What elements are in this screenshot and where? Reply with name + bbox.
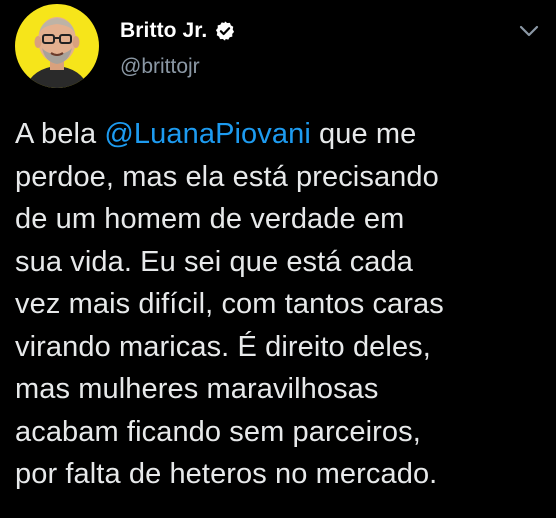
tweet-line: por falta de heteros no mercado. <box>15 458 438 490</box>
tweet-line: de um homem de verdade em <box>15 203 405 235</box>
tweet: Britto Jr. @brittojr A bela @LuanaPiovan… <box>0 0 556 518</box>
verified-badge-icon <box>216 21 235 41</box>
tweet-line: acabam ficando sem parceiros, <box>15 415 421 448</box>
tweet-line: virando maricas. É direito deles, <box>15 330 431 363</box>
tweet-text-segment: que me <box>310 118 417 150</box>
tweet-line: vez mais difícil, com tantos caras <box>15 288 444 320</box>
tweet-line: sua vida. Eu sei que está cada <box>15 245 413 278</box>
tweet-line: A bela @LuanaPiovani que me <box>15 113 545 156</box>
avatar-photo <box>15 4 99 88</box>
author-display-name[interactable]: Britto Jr. <box>120 19 207 43</box>
tweet-line: perdoe, mas ela está precisando <box>15 160 439 193</box>
tweet-line: mas mulheres maravilhosas <box>15 373 379 405</box>
chevron-down-icon[interactable] <box>518 24 540 38</box>
author-name-row: Britto Jr. <box>120 17 236 45</box>
author-handle[interactable]: @brittojr <box>120 55 200 79</box>
avatar[interactable] <box>15 4 99 88</box>
mention-link[interactable]: @LuanaPiovani <box>104 118 311 150</box>
tweet-text-segment: A bela <box>15 118 105 150</box>
tweet-text: A bela @LuanaPiovani que me perdoe, mas … <box>15 113 545 496</box>
